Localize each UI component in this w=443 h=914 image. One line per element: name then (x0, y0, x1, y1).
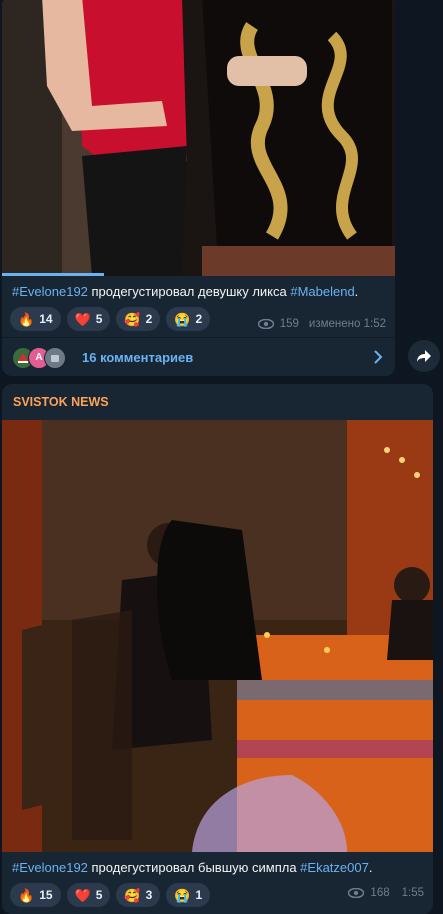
message-meta: 159 изменено 1:52 (257, 318, 386, 330)
reaction-count: 5 (95, 888, 103, 902)
smiling-hearts-emoji-icon: 🥰 (124, 887, 141, 903)
caption-text: . (354, 284, 359, 299)
video-thumbnail[interactable] (2, 420, 433, 852)
comments-count-label[interactable]: 16 комментариев (82, 350, 193, 365)
reaction-heart[interactable]: ❤️ 5 (66, 307, 111, 331)
hashtag-link[interactable]: #Ekatze007 (300, 860, 369, 875)
video-frame-image (2, 420, 433, 852)
reaction-heart[interactable]: ❤️ 5 (66, 883, 111, 907)
reaction-count: 1 (195, 888, 203, 902)
message-caption: #Evelone192 продегустировал девушку ликс… (2, 276, 395, 301)
eye-icon (348, 888, 365, 898)
crying-emoji-icon: 😭 (174, 311, 191, 327)
channel-name[interactable]: SVISTOK NEWS (2, 384, 433, 420)
reaction-love[interactable]: 🥰 3 (116, 883, 161, 907)
reaction-cry[interactable]: 😭 1 (166, 883, 211, 907)
robot-icon (51, 354, 59, 362)
reaction-love[interactable]: 🥰 2 (116, 307, 161, 331)
crying-emoji-icon: 😭 (174, 887, 191, 903)
comments-button[interactable]: A 16 комментариев (2, 337, 395, 376)
reaction-count: 5 (95, 312, 103, 326)
smiling-hearts-emoji-icon: 🥰 (124, 311, 141, 327)
reaction-count: 2 (145, 312, 153, 326)
chevron-right-icon (374, 350, 383, 364)
caption-text: продегустировал девушку ликса (87, 284, 291, 299)
eye-icon (257, 319, 274, 329)
reaction-count: 3 (145, 888, 153, 902)
video-thumbnail[interactable] (2, 0, 395, 276)
heart-emoji-icon: ❤️ (74, 311, 91, 327)
caption-text: продегустировал бывшую симпла (87, 860, 301, 875)
heart-emoji-icon: ❤️ (74, 887, 91, 903)
reaction-fire[interactable]: 🔥 14 (10, 307, 61, 331)
share-button[interactable] (408, 340, 440, 372)
hashtag-link[interactable]: #Mabelend (290, 284, 354, 299)
view-count: 168 (370, 887, 390, 899)
message-bubble: SVISTOK NEWS #Evelone192 продегустировал… (2, 384, 433, 914)
hashtag-link[interactable]: #Evelone192 (12, 860, 88, 875)
video-frame-image (2, 0, 395, 276)
video-progress-bar (2, 273, 104, 276)
reaction-fire[interactable]: 🔥 15 (10, 883, 61, 907)
message-bubble: #Evelone192 продегустировал девушку ликс… (2, 0, 395, 376)
fire-emoji-icon: 🔥 (18, 311, 35, 327)
timestamp: 1:55 (401, 887, 424, 899)
fire-emoji-icon: 🔥 (18, 887, 35, 903)
hashtag-link[interactable]: #Evelone192 (12, 284, 88, 299)
reaction-count: 14 (39, 312, 53, 326)
reaction-count: 2 (195, 312, 203, 326)
commenter-avatars: A (12, 346, 66, 369)
reaction-cry[interactable]: 😭 2 (166, 307, 211, 331)
view-count: 159 (279, 318, 299, 330)
reaction-count: 15 (39, 888, 53, 902)
share-arrow-icon (417, 350, 431, 362)
message-meta: 168 1:55 (348, 887, 424, 899)
avatar (44, 346, 66, 369)
caption-text: . (368, 860, 373, 875)
message-caption: #Evelone192 продегустировал бывшую симпл… (2, 852, 433, 877)
edited-timestamp: изменено 1:52 (308, 318, 386, 330)
